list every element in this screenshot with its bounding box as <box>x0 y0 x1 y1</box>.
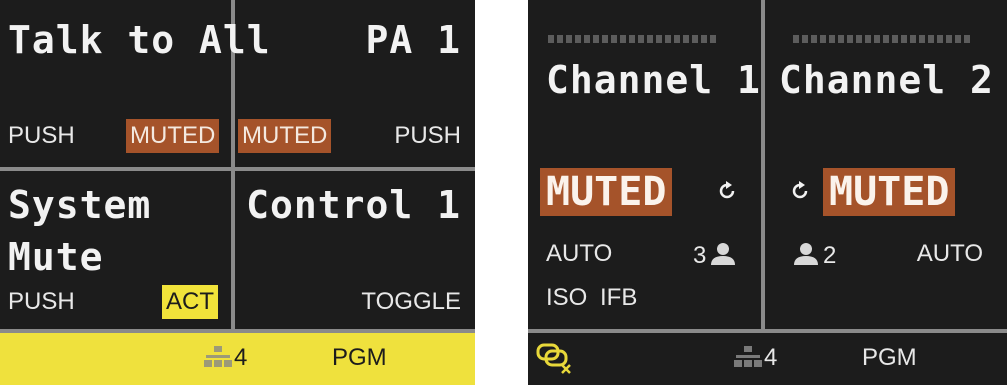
key-mode-label: PUSH <box>394 122 461 149</box>
key-title-line1: System <box>8 183 152 227</box>
key-control-1[interactable]: Control 1 TOGGLE <box>235 171 475 329</box>
level-meter <box>548 28 719 43</box>
channel-2-key[interactable]: Channel 2 MUTED 2 AUTO <box>765 0 1007 329</box>
muted-badge: MUTED <box>823 168 956 216</box>
key-title: PA 1 <box>365 18 461 62</box>
key-title-line2: Mute <box>8 235 104 279</box>
key-mode-label: PUSH <box>8 122 75 149</box>
channel-1-key[interactable]: Channel 1 MUTED AUTO 3 ISO IFB <box>528 0 761 329</box>
left-panel: Talk to All PUSH MUTED PA 1 MUTED PUSH S… <box>0 0 475 385</box>
channel-mode: AUTO <box>916 240 983 267</box>
network-icon <box>204 346 232 367</box>
network-count: 4 <box>764 344 778 371</box>
key-title: Talk to All <box>8 18 271 62</box>
muted-badge: MUTED <box>126 119 220 153</box>
level-meter <box>793 28 973 43</box>
program-label: PGM <box>862 344 917 371</box>
tag-ifb: IFB <box>600 284 638 311</box>
channel-title: Channel 2 <box>779 58 994 102</box>
program-label: PGM <box>332 344 387 371</box>
key-mode-label: TOGGLE <box>361 288 461 315</box>
muted-badge: MUTED <box>238 119 332 153</box>
channel-mode: AUTO <box>546 240 613 267</box>
status-footer: 4 PGM <box>0 333 475 385</box>
link-disconnected-icon[interactable] <box>534 341 574 375</box>
muted-badge: MUTED <box>540 168 673 216</box>
key-pa-1[interactable]: PA 1 MUTED PUSH <box>235 0 475 167</box>
right-panel: Channel 1 MUTED AUTO 3 ISO IFB Channel 2… <box>528 0 1007 385</box>
channel-title: Channel 1 <box>546 58 761 102</box>
refresh-icon <box>719 181 735 199</box>
tag-iso: ISO <box>546 284 588 311</box>
user-count: 3 <box>693 242 707 269</box>
key-title: Control 1 <box>246 183 461 227</box>
key-mode-label: PUSH <box>8 288 75 315</box>
key-talk-to-all[interactable]: Talk to All PUSH MUTED <box>0 0 270 167</box>
status-footer: 4 PGM <box>528 333 1007 385</box>
user-icon <box>711 243 735 265</box>
network-icon <box>734 346 762 367</box>
refresh-icon <box>792 181 808 199</box>
act-badge: ACT <box>162 285 218 319</box>
network-count: 4 <box>234 344 248 371</box>
key-system-mute[interactable]: System Mute PUSH ACT <box>0 171 231 329</box>
user-icon <box>794 243 818 265</box>
user-count: 2 <box>823 242 837 269</box>
